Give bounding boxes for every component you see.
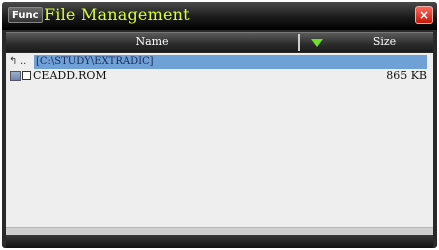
list-item[interactable]: CEADD.ROM 865 KB xyxy=(6,69,433,83)
column-divider[interactable] xyxy=(298,34,300,51)
status-bar xyxy=(6,235,433,248)
file-management-window: Func File Management × Name Size ↰ .. [C… xyxy=(2,2,437,248)
sort-descending-icon[interactable] xyxy=(311,39,323,47)
rom-file-icon xyxy=(10,71,21,81)
parent-dir-label: .. xyxy=(20,56,27,67)
list-item-parent-directory[interactable]: ↰ .. [C:\STUDY\EXTRADIC] xyxy=(6,55,433,69)
name-column-header[interactable]: Name xyxy=(6,33,298,52)
file-size: 865 KB xyxy=(386,69,427,82)
horizontal-scrollbar[interactable] xyxy=(6,227,433,235)
file-list: ↰ .. [C:\STUDY\EXTRADIC] CEADD.ROM 865 K… xyxy=(6,53,433,227)
window-title: File Management xyxy=(44,5,190,24)
size-column-header[interactable]: Size xyxy=(336,33,433,52)
file-checkbox[interactable] xyxy=(22,71,31,80)
title-bar: Func File Management × xyxy=(2,2,437,30)
current-path[interactable]: [C:\STUDY\EXTRADIC] xyxy=(34,55,427,69)
func-button[interactable]: Func xyxy=(8,7,43,23)
close-button[interactable]: × xyxy=(415,6,433,24)
column-header: Name Size xyxy=(6,32,433,52)
file-name: CEADD.ROM xyxy=(33,69,107,82)
